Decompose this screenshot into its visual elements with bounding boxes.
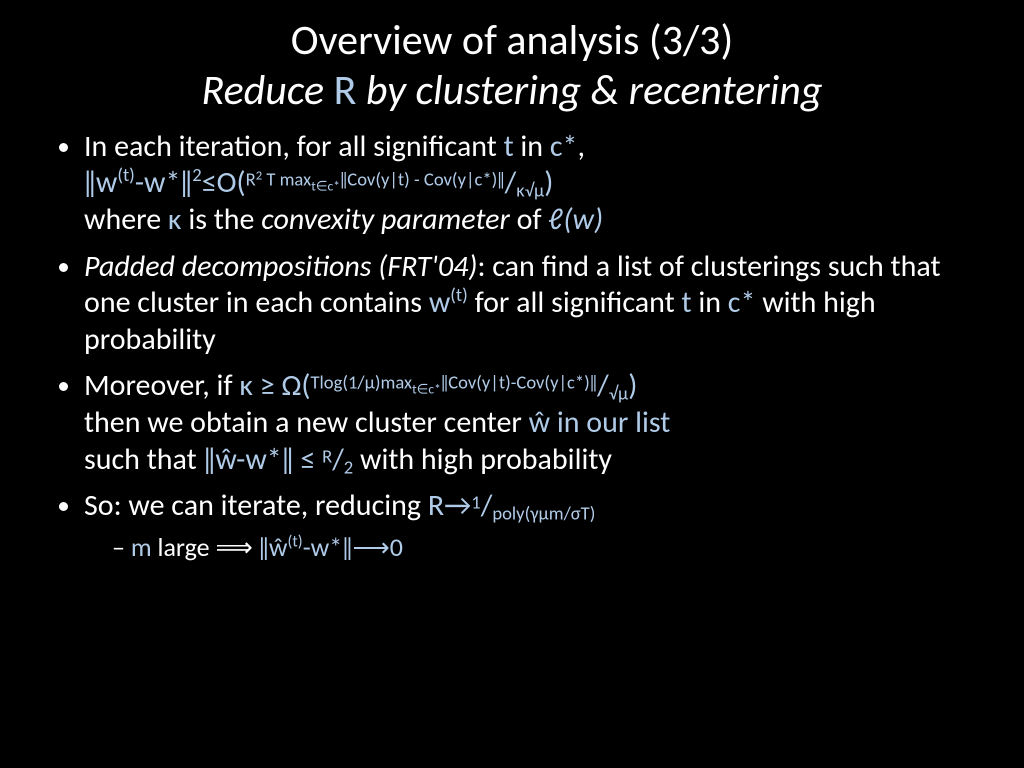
s1-nc: ǁ [342,531,352,563]
b1-of: of [510,201,549,238]
b1-a: In each iteration, for all significant [84,128,504,165]
b3-den: √μ [609,382,628,405]
title-R: R [334,65,357,116]
s1-supt: (t) [288,532,303,551]
bullet-4: So: we can iterate, reducing R→1/poly(γμ… [84,488,976,563]
b3-den2: 2 [344,455,353,478]
b1-leqO: ≤O( [202,164,246,201]
b1-exp-sub: t∈c* [311,178,340,195]
s1-what: ŵ [269,531,288,563]
b4-R: R [428,487,444,524]
sub-bullet-1: m large ⟹ ǁŵ(t)-w*ǁ⟶0 [112,531,976,564]
b1-w: w [96,164,117,201]
b3-num: R [322,444,332,467]
b1-convexity: convexity parameter [261,201,510,238]
b1-den: κ√μ [516,179,544,202]
slide: Overview of analysis (3/3) Reduce R by c… [0,0,1024,768]
b1-minus: -w* [135,164,181,201]
b4-den: poly(γμm/σT) [492,502,595,525]
b1-exp-cov: ǁCov(y|t) - Cov(y|c*)ǁ [340,168,505,191]
b3-kappa: κ [239,367,253,404]
b3-such: such that [84,441,203,478]
b1-ellw: ℓ(w) [548,201,603,238]
s1-large: large [152,531,216,563]
b1-supt: (t) [117,163,135,186]
b2-supt: (t) [450,283,468,306]
b3-exp-cov: ǁCov(y|t)-Cov(y|c*)ǁ [441,371,597,394]
title-line-1: Overview of analysis (3/3) [48,16,976,66]
title-line-2: Reduce R by clustering & recentering [48,66,976,116]
b1-b: in [514,128,550,165]
s1-no: ǁ [259,531,269,563]
b1-t: t [504,128,514,165]
b1-where: where [84,201,168,238]
b2-cstar: c* [728,284,756,321]
b4-a: So: we can iterate, reducing [84,487,428,524]
b3-exp-sub: t∈c* [412,381,441,398]
b1-exp-T: T max [262,168,311,191]
b3-geq: ≥ Ω( [253,367,311,404]
b1-kappa: κ [168,201,182,238]
b1-isthe: is the [182,201,262,238]
s1-imp: ⟹ [215,531,252,563]
b3-slash2: / [332,441,344,478]
title-block: Overview of analysis (3/3) Reduce R by c… [48,16,976,117]
b2-in: in [692,284,728,321]
bullet-2: Padded decompositions (FRT'04): can find… [84,249,976,359]
title-post: by clustering & recentering [356,65,822,116]
b3-tail: with high probability [353,441,612,478]
b3-then: then we obtain a new cluster center [84,404,529,441]
b4-slash: / [481,487,493,524]
b4-num: 1 [471,491,480,514]
b2-forall: for all significant [468,284,682,321]
b3-slash: / [597,367,609,404]
b4-arrow: → [444,487,471,524]
b1-norm-close: ǁ [180,164,192,201]
b2-t: t [681,284,691,321]
b1-cstar: c* [550,128,578,165]
b3-inlist: in our list [550,404,670,441]
b1-sq: 2 [192,163,201,186]
b1-exp-R: R [246,168,256,191]
b3-what: ŵ [529,404,550,441]
b3-a: Moreover, if [84,367,239,404]
b2-padded: Padded decompositions (FRT'04) [84,248,477,285]
b3-leq: ≤ [294,441,323,478]
title-reduce: Reduce [202,65,334,116]
s1-m: m [131,531,152,563]
b1-norm-open: ǁ [84,164,96,201]
b1-slash: / [505,164,517,201]
s1-to0: ⟶0 [352,531,402,563]
bullet-list: In each iteration, for all significant t… [48,129,976,563]
b1-close: ) [544,164,553,201]
bullet-1: In each iteration, for all significant t… [84,129,976,239]
b3-exp: Tlog(1/μ)max [310,371,412,394]
b3-norm: ǁŵ-w*ǁ [203,441,293,478]
b2-w: w [429,284,450,321]
b3-close: ) [628,367,637,404]
b1-comma: , [577,128,585,165]
sub-bullet-list: m large ⟹ ǁŵ(t)-w*ǁ⟶0 [84,531,976,564]
s1-minus: -w* [303,531,343,563]
bullet-3: Moreover, if κ ≥ Ω(Tlog(1/μ)maxt∈c*ǁCov(… [84,368,976,478]
